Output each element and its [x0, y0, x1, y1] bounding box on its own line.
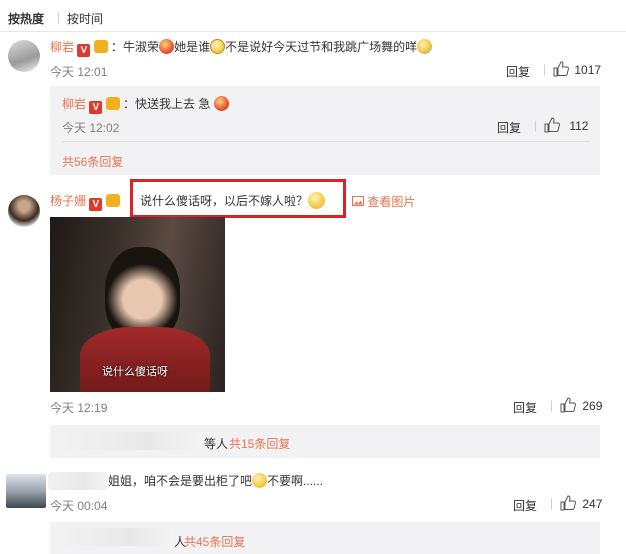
like-count: 247 [582, 497, 603, 511]
comment-image[interactable]: 说什么傻话呀 [50, 217, 225, 392]
action-separator: | [550, 398, 554, 412]
reply-author[interactable]: 柳岩 [62, 97, 86, 111]
comment-text: 不要啊...... [267, 474, 324, 488]
comment-text: ：牛淑荣 [111, 40, 160, 54]
comment-text: 姐姐，咱不会是要出柜了吧 [108, 474, 253, 488]
reply-button[interactable]: 回复 [513, 399, 537, 416]
blurred-usernames [64, 432, 204, 450]
puzzled-emoji-icon [308, 192, 326, 209]
blurred-username [48, 472, 108, 490]
comment-text: 她是谁 [174, 40, 211, 54]
reply-timestamp: 今天 12:02 [62, 121, 120, 135]
comment-timestamp: 今天 12:19 [50, 401, 108, 415]
comment-timestamp: 今天 12:01 [50, 65, 108, 79]
reply-divider [62, 141, 590, 142]
user-avatar[interactable] [6, 474, 46, 508]
like-button[interactable]: 269 [560, 397, 602, 413]
more-replies-link[interactable]: 共56条回复 [62, 153, 123, 170]
cold-sweat-emoji-icon [417, 39, 433, 54]
blurred-usernames [64, 528, 174, 546]
view-image-link[interactable]: 查看图片 [352, 193, 415, 210]
like-button[interactable]: 112 [544, 117, 588, 133]
user-avatar[interactable] [8, 195, 40, 227]
sort-by-hot-tab[interactable]: 按热度 [8, 10, 44, 27]
reply-button[interactable]: 回复 [497, 119, 521, 136]
user-avatar[interactable] [8, 40, 40, 72]
comment-author[interactable]: 杨子姗 [50, 194, 86, 208]
action-separator: | [550, 496, 554, 510]
like-button[interactable]: 1017 [553, 61, 601, 77]
image-caption: 说什么傻话呀 [102, 366, 168, 378]
comment-timestamp: 今天 00:04 [50, 499, 108, 513]
action-separator: | [534, 118, 538, 132]
like-button[interactable]: 247 [560, 495, 602, 511]
more-replies-prefix: 等人 [204, 437, 229, 451]
reply-body: 柳岩 V ：快送我上去 急 [62, 95, 229, 114]
comment-text: 不是说好今天过节和我跳广场舞的咩 [225, 40, 418, 54]
action-separator: | [543, 62, 547, 76]
comment-body: 姐姐，咱不会是要出柜了吧 不要啊...... [108, 473, 323, 490]
comment-author[interactable]: 柳岩 [50, 40, 74, 54]
thumbs-up-icon [560, 397, 576, 413]
thumbs-up-icon [560, 495, 576, 511]
reply-text: ：快送我上去 急 [123, 97, 211, 111]
sort-separator: | [57, 10, 61, 24]
more-replies-link[interactable]: 共45条回复 [184, 533, 245, 550]
image-icon [352, 196, 364, 206]
vip-crown-icon [93, 40, 108, 53]
thumbs-up-icon [553, 61, 569, 77]
thumbs-up-icon [544, 117, 560, 133]
more-replies-link[interactable]: 共15条回复 [229, 435, 290, 452]
verified-v-icon: V [89, 101, 103, 114]
vip-crown-icon [105, 194, 120, 207]
comment-body: 柳岩 V ：牛淑荣 她是谁 不是说好今天过节和我跳广场舞的咩 [50, 38, 433, 57]
reply-button[interactable]: 回复 [513, 497, 537, 514]
sort-bar-divider [0, 31, 626, 32]
portrait-clothing [80, 327, 210, 392]
angry-emoji-icon [159, 39, 175, 54]
reply-button[interactable]: 回复 [506, 63, 530, 80]
view-image-label: 查看图片 [367, 195, 416, 209]
sort-by-time-tab[interactable]: 按时间 [67, 10, 103, 27]
like-count: 269 [582, 399, 603, 413]
comment-text: 说什么傻话呀，以后不嫁人啦？ [140, 194, 309, 208]
vip-crown-icon [105, 97, 120, 110]
glasses-emoji-icon [210, 39, 226, 54]
comment-text-row: 说什么傻话呀，以后不嫁人啦？ [140, 192, 326, 209]
verified-v-icon: V [89, 198, 103, 211]
like-count: 1017 [574, 63, 602, 77]
verified-v-icon: V [77, 44, 91, 57]
like-count: 112 [569, 119, 589, 133]
angry-emoji-icon [213, 96, 229, 111]
comment-author-row: 杨子姗 V [50, 192, 120, 211]
sad-emoji-icon [252, 473, 268, 488]
